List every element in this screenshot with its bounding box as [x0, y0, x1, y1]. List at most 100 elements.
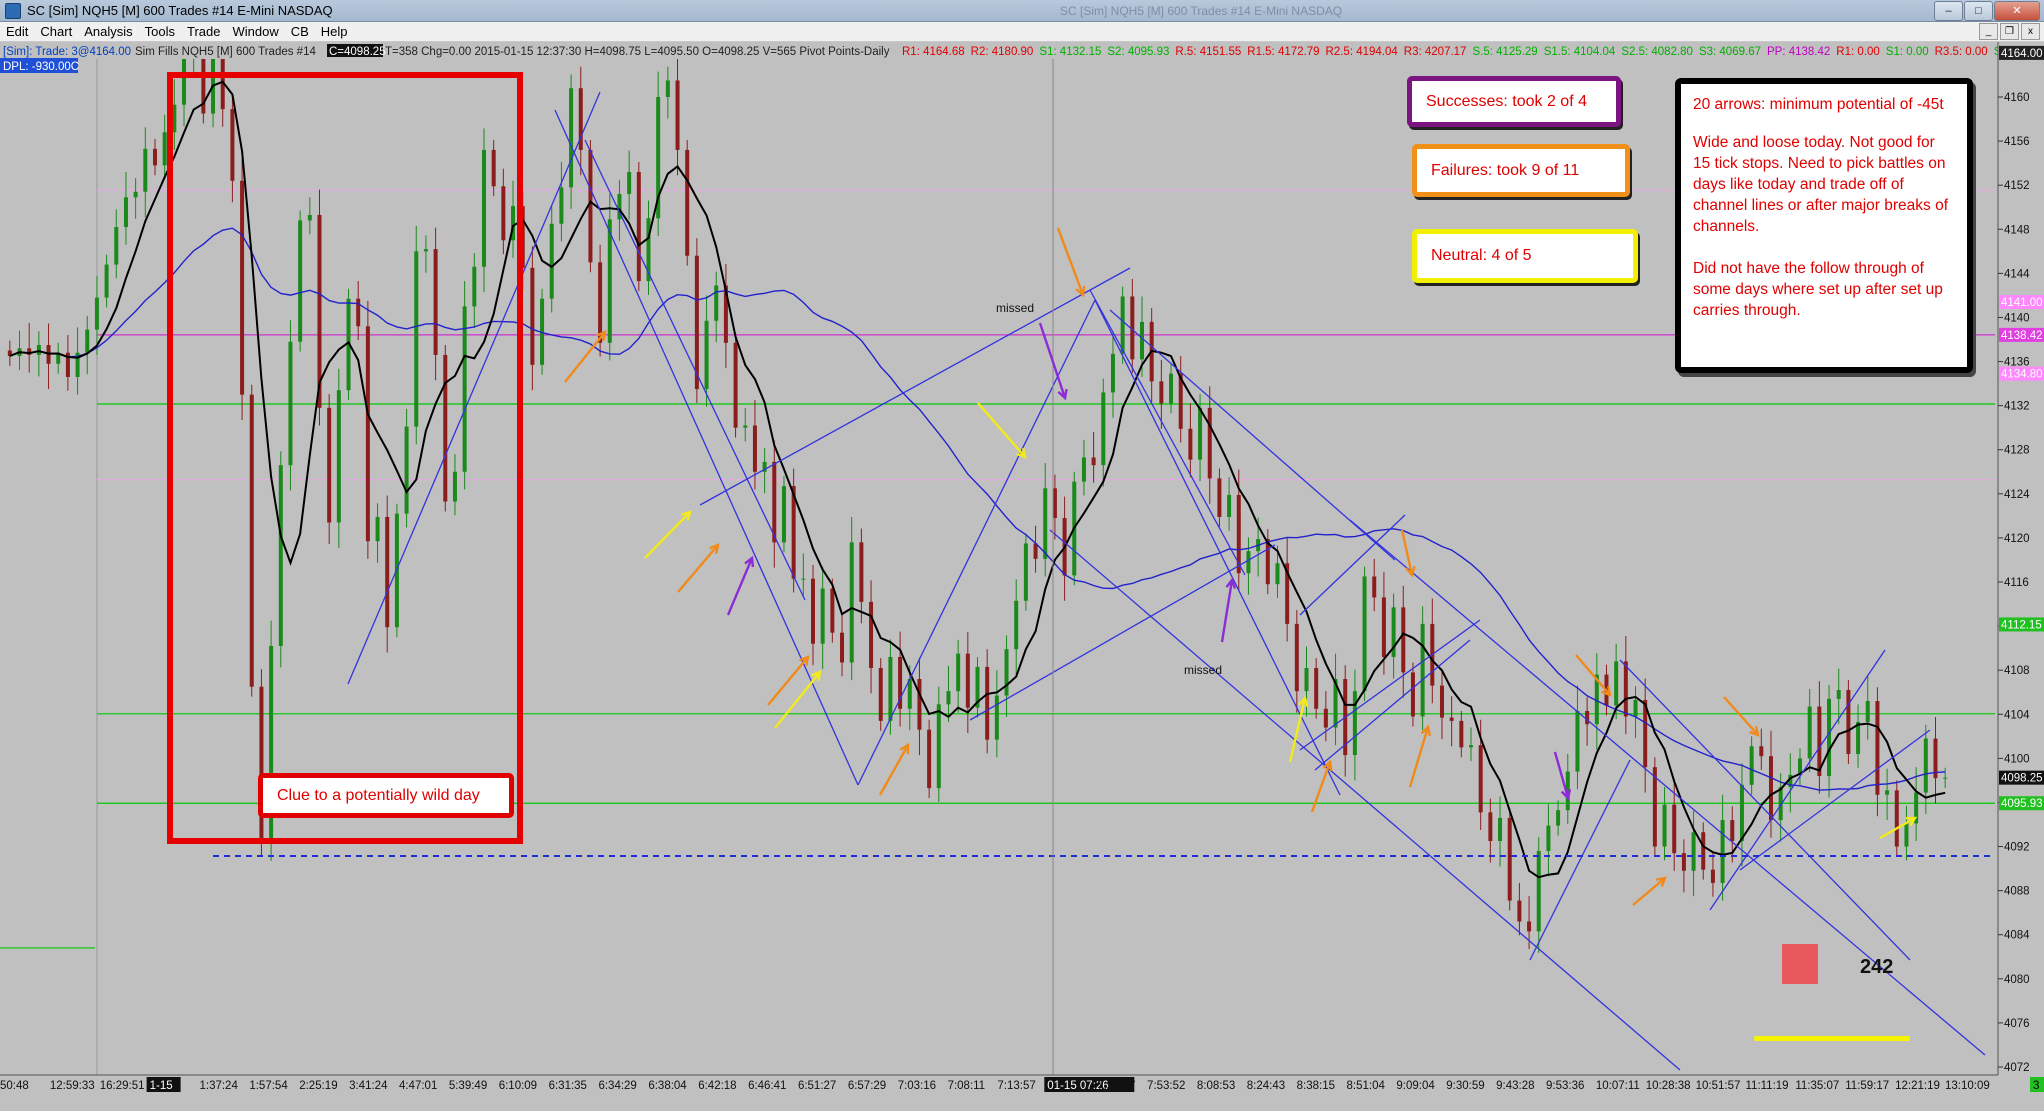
- candle: [1894, 780, 1899, 857]
- candle: [1662, 787, 1667, 861]
- candle: [1643, 678, 1648, 793]
- price-tick-label: 4104: [2004, 709, 2030, 721]
- close-button[interactable]: ✕: [1994, 1, 2040, 21]
- candle: [810, 564, 815, 666]
- candle: [1933, 717, 1938, 804]
- price-marker: 4098.25: [1999, 770, 2044, 785]
- pivot-value: R1: 4164.68: [902, 46, 965, 58]
- trade-arrow: [774, 670, 822, 729]
- trade-arrow: [677, 543, 720, 593]
- successes-annotation: Successes: took 2 of 4: [1407, 76, 1621, 127]
- menu-window[interactable]: Window: [226, 24, 284, 39]
- candle: [1178, 356, 1183, 443]
- svg-text:9:43:28: 9:43:28: [1496, 1080, 1534, 1092]
- candle: [1556, 800, 1561, 836]
- candle: [1227, 477, 1232, 531]
- time-tick-label: 6:38:04: [648, 1080, 687, 1092]
- axis-corner: 3: [2030, 1077, 2044, 1092]
- price-tick-label: 4152: [2004, 180, 2030, 192]
- candle: [1749, 736, 1754, 795]
- time-tick-label: 1:57:54: [249, 1080, 288, 1092]
- candle: [46, 323, 51, 390]
- candle: [675, 58, 680, 176]
- menu-chart[interactable]: Chart: [34, 24, 78, 39]
- time-tick-label: 8:24:43: [1247, 1080, 1285, 1092]
- candle: [1285, 537, 1290, 642]
- menu-analysis[interactable]: Analysis: [78, 24, 138, 39]
- candle: [1449, 696, 1454, 747]
- candle: [1875, 687, 1880, 817]
- candle: [17, 330, 22, 370]
- candle: [898, 631, 903, 727]
- svg-text:5:39:49: 5:39:49: [449, 1080, 487, 1092]
- svg-text:8:24:43: 8:24:43: [1247, 1080, 1285, 1092]
- candle: [1149, 308, 1154, 403]
- chart-restore-button[interactable]: ❐: [2000, 23, 2019, 40]
- price-tick-label: 4076: [2004, 1018, 2030, 1030]
- neutral-text: Neutral: 4 of 5: [1431, 247, 1532, 264]
- time-tick-label: 7:08:11: [948, 1080, 986, 1092]
- menu-help[interactable]: Help: [315, 24, 354, 39]
- time-tick-label: 6:51:27: [798, 1080, 836, 1092]
- candle: [1701, 822, 1706, 880]
- summary-line-3: Did not have the follow through of some …: [1693, 260, 1943, 319]
- candle: [956, 639, 961, 713]
- menu-edit[interactable]: Edit: [0, 24, 34, 39]
- candle: [936, 686, 941, 802]
- maximize-button[interactable]: □: [1964, 1, 1993, 21]
- candle: [685, 139, 690, 266]
- candle: [530, 246, 535, 391]
- time-tick-label: 11:59:17: [1845, 1080, 1889, 1092]
- time-tick-label: 12:21:19: [1895, 1080, 1940, 1092]
- trendline: [1299, 514, 1406, 616]
- trade-arrow: [564, 330, 607, 383]
- svg-text:6:51:27: 6:51:27: [798, 1080, 836, 1092]
- pivot-value: R2.5: 4194.04: [1326, 46, 1399, 58]
- svg-text:6:42:18: 6:42:18: [698, 1080, 736, 1092]
- pivot-value: S2.5: 4082.80: [1621, 46, 1693, 58]
- pivot-value: S1: 0.00: [1886, 46, 1929, 58]
- menu-tools[interactable]: Tools: [139, 24, 181, 39]
- candle: [1014, 579, 1019, 675]
- minimize-button[interactable]: ‒: [1934, 1, 1963, 21]
- number-label: 242: [1860, 956, 1894, 978]
- trendline: [1299, 619, 1481, 751]
- candle: [1110, 332, 1115, 418]
- missed-label-2: missed: [1184, 663, 1222, 677]
- time-axis: 50:48 12:59:33 16:29:51 1-15 1:37:24 1:57:54 2…: [0, 1074, 2044, 1111]
- candle: [869, 580, 874, 694]
- candle: [1904, 805, 1909, 861]
- svg-text:3: 3: [2033, 1080, 2039, 1092]
- time-tick-label: 5:39:49: [449, 1080, 487, 1092]
- price-tick-label: 4148: [2004, 224, 2030, 236]
- time-tick-label: 13:10:09: [1945, 1080, 1990, 1092]
- chart-close-button[interactable]: x: [2021, 23, 2040, 40]
- candle: [714, 271, 719, 343]
- candle: [917, 657, 922, 756]
- time-tick-label: 6:42:18: [698, 1080, 736, 1092]
- svg-text:12:21:19: 12:21:19: [1895, 1080, 1940, 1092]
- candle: [1091, 432, 1096, 483]
- svg-text:4138.42: 4138.42: [2001, 330, 2043, 342]
- candle: [985, 649, 990, 754]
- candle: [1865, 675, 1870, 740]
- candle: [56, 342, 61, 374]
- trendline: [1089, 289, 1246, 576]
- trendline: [554, 109, 859, 786]
- candle: [114, 209, 119, 279]
- menu-trade[interactable]: Trade: [181, 24, 226, 39]
- candle: [1488, 798, 1493, 863]
- clue-text: Clue to a potentially wild day: [277, 786, 480, 804]
- candle: [1914, 767, 1919, 842]
- menu-cb[interactable]: CB: [285, 24, 315, 39]
- candle: [1623, 636, 1628, 735]
- price-tick-label: 4160: [2004, 92, 2030, 104]
- price-marker: 4164.00: [1999, 45, 2044, 60]
- candle: [646, 200, 651, 295]
- candle: [1633, 686, 1638, 738]
- price-tick-label: 4156: [2004, 136, 2030, 148]
- candle: [1004, 635, 1009, 718]
- trendline: [1314, 639, 1471, 771]
- candle: [975, 656, 980, 718]
- chart-minimize-button[interactable]: _: [1979, 23, 1998, 40]
